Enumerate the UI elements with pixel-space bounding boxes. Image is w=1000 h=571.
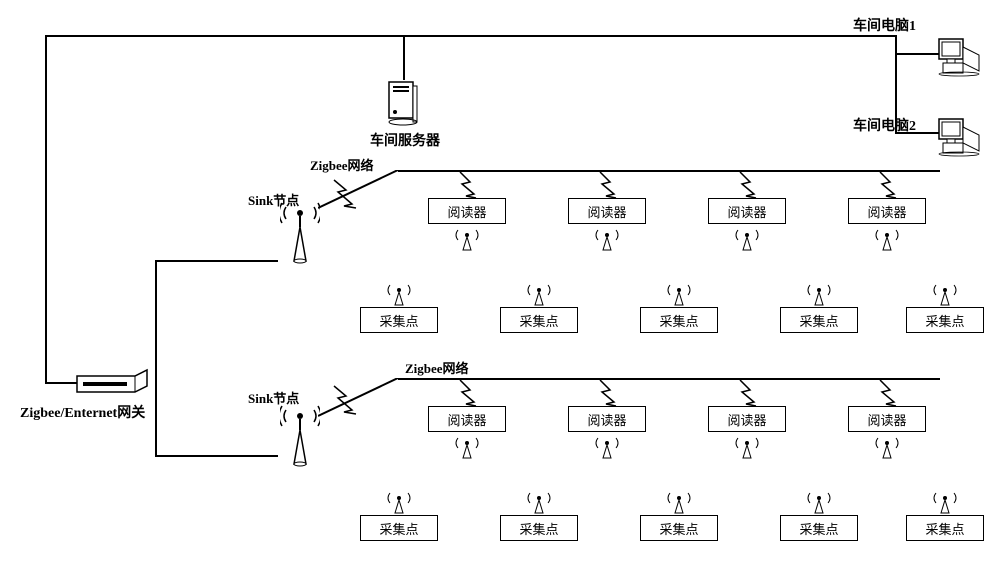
pc1-icon — [935, 35, 985, 77]
collection-box: 采集点 — [360, 515, 438, 541]
collection-box: 采集点 — [906, 515, 984, 541]
workshop-pc1-label: 车间电脑1 — [853, 15, 916, 35]
collection-box: 采集点 — [360, 307, 438, 333]
lightning-icon — [736, 172, 758, 200]
lightning-icon — [456, 380, 478, 408]
lightning-icon — [876, 380, 898, 408]
reader-antenna-icon — [593, 224, 621, 252]
lightning-icon — [456, 172, 478, 200]
reader-box: 阅读器 — [568, 406, 646, 432]
reader-box: 阅读器 — [428, 198, 506, 224]
collection-box: 采集点 — [780, 515, 858, 541]
gateway-icon — [75, 368, 151, 398]
collection-box: 采集点 — [640, 307, 718, 333]
zigbee-network-label-2: Zigbee网络 — [405, 358, 469, 377]
collection-antenna-icon — [805, 487, 833, 515]
sink-antenna-icon — [280, 195, 320, 265]
collection-antenna-icon — [385, 279, 413, 307]
collection-box: 采集点 — [780, 307, 858, 333]
collection-antenna-icon — [525, 487, 553, 515]
collection-antenna-icon — [805, 279, 833, 307]
reader-box: 阅读器 — [708, 406, 786, 432]
reader-box: 阅读器 — [848, 198, 926, 224]
sink-antenna-icon — [280, 398, 320, 468]
workshop-pc2-label: 车间电脑2 — [853, 115, 916, 135]
reader-antenna-icon — [873, 224, 901, 252]
collection-box: 采集点 — [500, 307, 578, 333]
gateway-label: Zigbee/Enternet网关 — [20, 402, 145, 422]
lightning-icon — [876, 172, 898, 200]
reader-box: 阅读器 — [568, 198, 646, 224]
collection-antenna-icon — [385, 487, 413, 515]
reader-box: 阅读器 — [708, 198, 786, 224]
collection-antenna-icon — [665, 487, 693, 515]
server-icon — [385, 80, 421, 126]
reader-box: 阅读器 — [428, 406, 506, 432]
reader-antenna-icon — [453, 224, 481, 252]
lightning-icon — [736, 380, 758, 408]
lightning-icon — [330, 384, 360, 416]
pc2-icon — [935, 115, 985, 157]
collection-antenna-icon — [931, 279, 959, 307]
lightning-icon — [596, 172, 618, 200]
collection-antenna-icon — [931, 487, 959, 515]
reader-box: 阅读器 — [848, 406, 926, 432]
reader-antenna-icon — [733, 224, 761, 252]
collection-box: 采集点 — [500, 515, 578, 541]
reader-antenna-icon — [873, 432, 901, 460]
lightning-icon — [330, 178, 360, 210]
reader-antenna-icon — [593, 432, 621, 460]
workshop-server-label: 车间服务器 — [370, 130, 440, 150]
collection-box: 采集点 — [640, 515, 718, 541]
collection-box: 采集点 — [906, 307, 984, 333]
lightning-icon — [596, 380, 618, 408]
reader-antenna-icon — [453, 432, 481, 460]
reader-antenna-icon — [733, 432, 761, 460]
collection-antenna-icon — [665, 279, 693, 307]
collection-antenna-icon — [525, 279, 553, 307]
